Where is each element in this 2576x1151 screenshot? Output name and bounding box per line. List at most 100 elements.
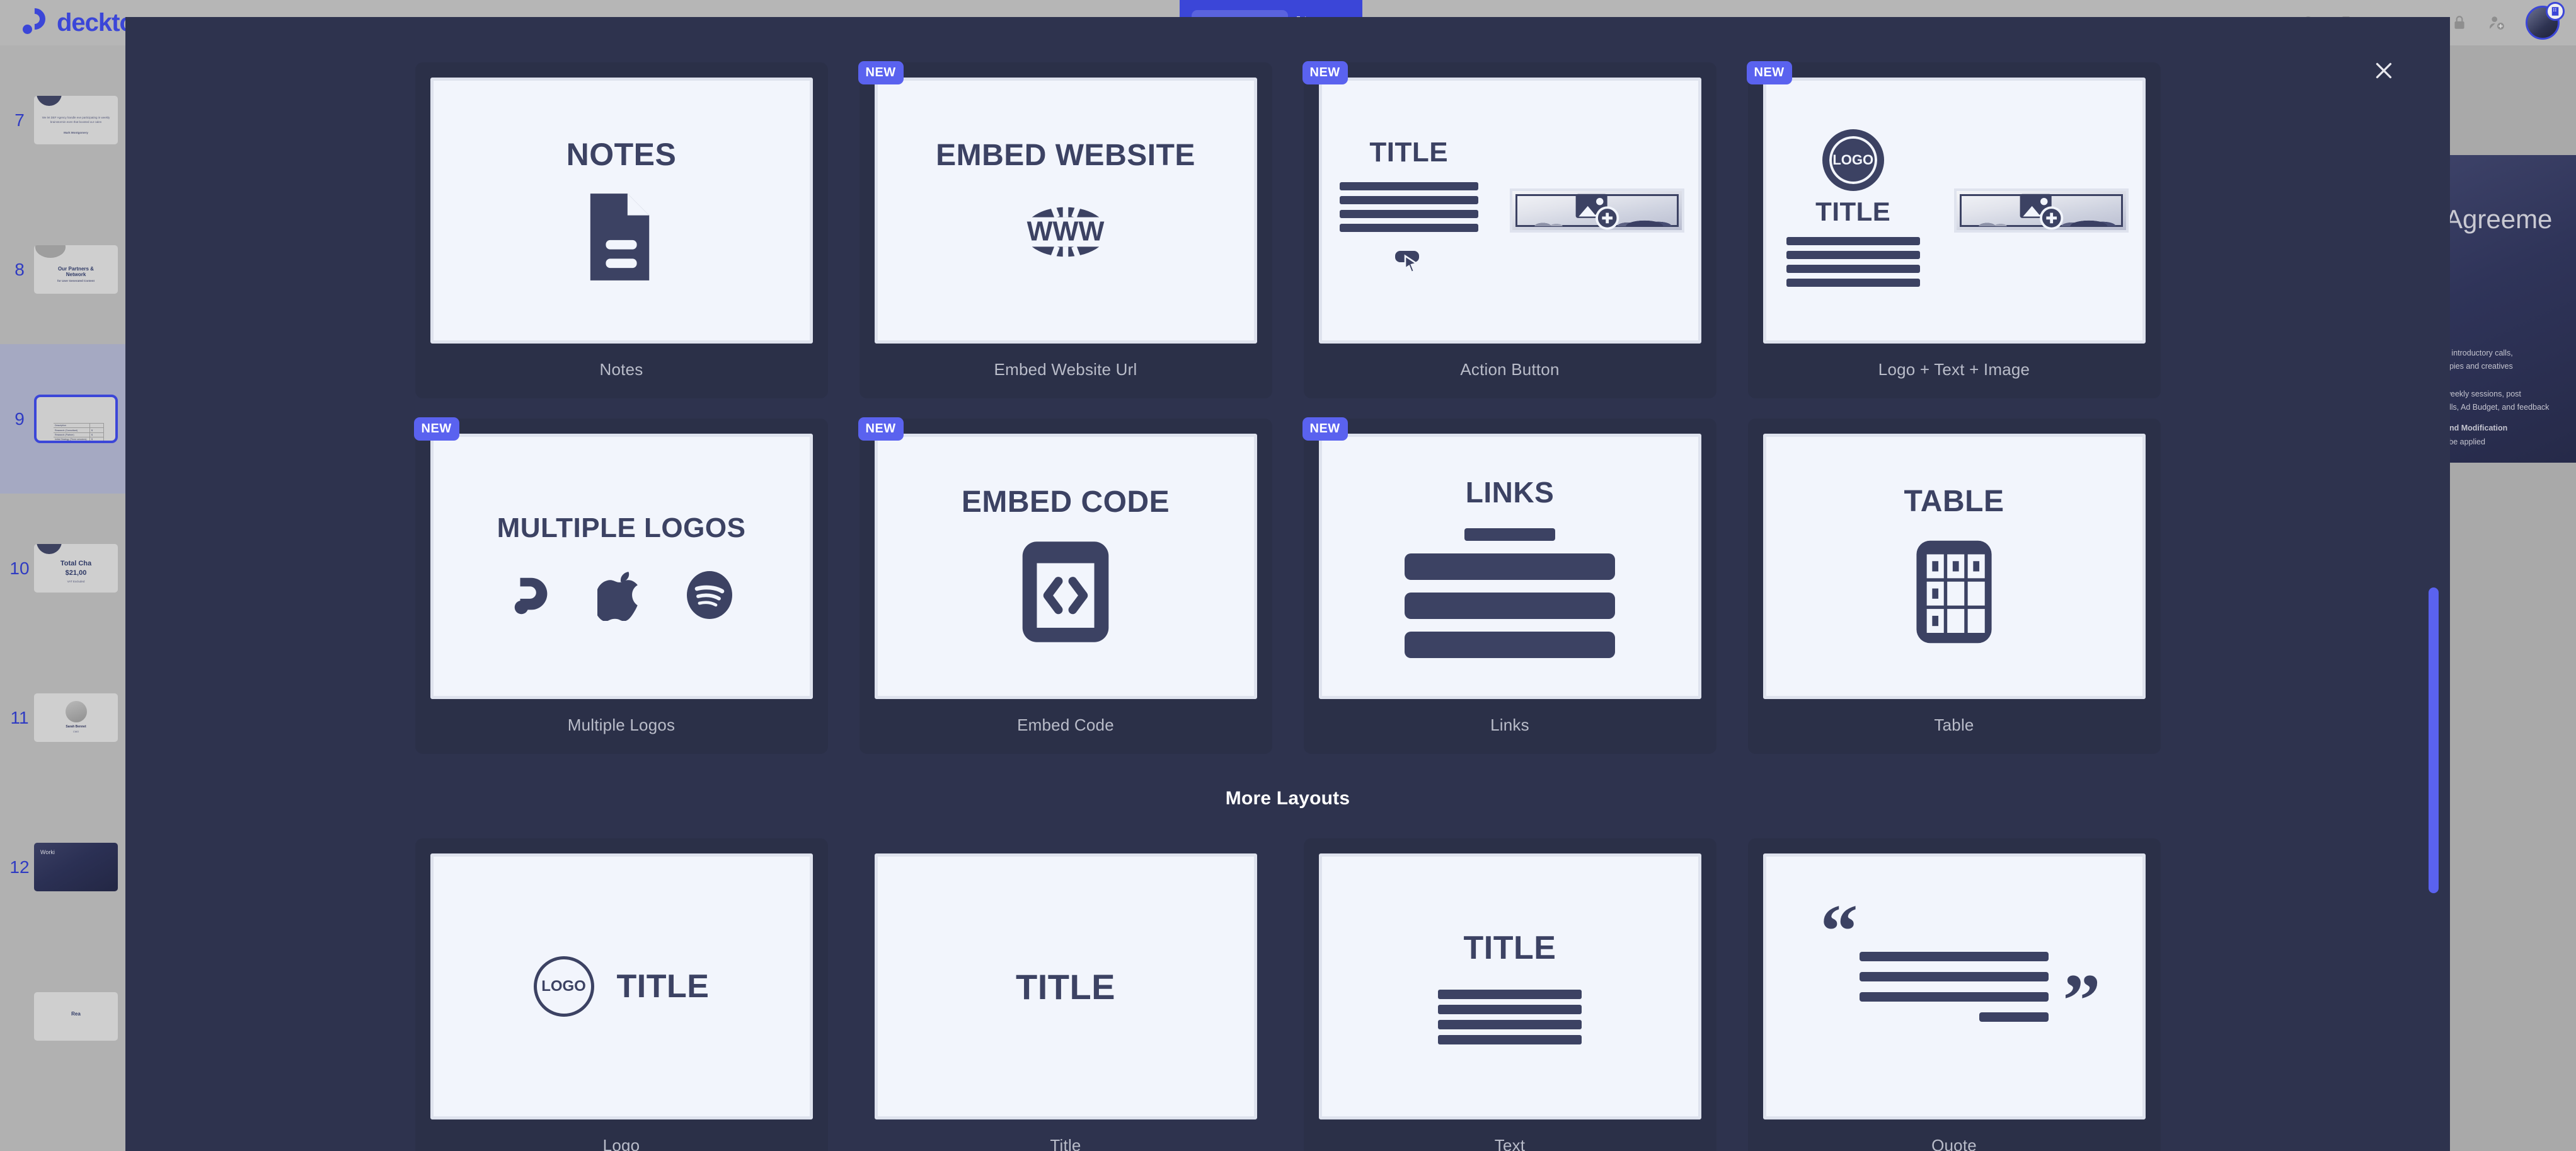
layout-picker-modal: NOTES Notes NEW EMBED WEBSITE WWW Embed … <box>125 17 2450 1151</box>
thumb-title: TITLE <box>616 968 710 1005</box>
modal-scrollbar[interactable] <box>2429 587 2439 893</box>
thumb-title: TITLE <box>1369 137 1449 168</box>
apple-logo <box>597 571 638 621</box>
code-icon <box>1022 541 1109 642</box>
slide-rail-item[interactable]: 10 Total Cha $21,00 VAT Excluded <box>0 494 135 643</box>
layout-card-logo-text-image[interactable]: NEW LOGO TITLE Logo + Text + Image <box>1732 61 2176 398</box>
bg-slide-line: d introductory calls, <box>2445 349 2513 357</box>
bg-slide-title: Agreeme <box>2445 204 2553 234</box>
layout-card-text[interactable]: TITLE Text <box>1288 838 1732 1151</box>
slide-thumbnail: Worki <box>34 843 118 891</box>
cursor-button-icon <box>1394 251 1419 274</box>
thumb-title: EMBED WEBSITE <box>936 139 1195 173</box>
layout-thumbnail: LOGO TITLE <box>1762 78 2146 344</box>
spotify-logo <box>687 570 732 619</box>
new-badge: NEW <box>858 61 904 84</box>
layout-card-quote[interactable]: “ ” Quote <box>1732 838 2176 1151</box>
layout-label: Embed Code <box>1017 715 1114 735</box>
globe-www-icon: WWW <box>1027 194 1105 270</box>
layout-thumbnail: TABLE <box>1762 433 2146 700</box>
slide-thumbnail: Total Cha $21,00 VAT Excluded <box>34 544 118 593</box>
layout-thumbnail: MULTIPLE LOGOS <box>430 433 813 700</box>
slide-rail-item[interactable]: 11 Sarah Bennet CMO <box>0 643 135 792</box>
add-image-icon <box>1575 194 1619 230</box>
building-icon <box>2551 7 2559 16</box>
more-layouts-heading: More Layouts <box>1225 788 1350 809</box>
layout-card-notes[interactable]: NOTES Notes <box>400 62 844 398</box>
slide-thumbnail: Sarah Bennet CMO <box>34 693 118 742</box>
slide-rail-item[interactable]: 12 Worki <box>0 792 135 942</box>
bg-slide-line: alls, Ad Budget, and feedback <box>2445 403 2550 412</box>
layout-card-embed-website[interactable]: NEW EMBED WEBSITE WWW Embed Website Url <box>844 61 1288 398</box>
new-badge: NEW <box>1302 61 1348 84</box>
layout-label: Table <box>1934 715 1974 735</box>
title-text-icon <box>1438 989 1582 1044</box>
slide-quote-author: Mark Montgomery <box>64 131 88 134</box>
layout-label: Multiple Logos <box>567 715 676 735</box>
layout-label: Quote <box>1931 1136 1977 1151</box>
slide-quote-text: We let DEF Agency handle eve participati… <box>42 116 110 124</box>
slide-rail-item-active[interactable]: 9 Description Research (Consultant) $ Res… <box>0 344 135 494</box>
layout-card-title[interactable]: TITLE Title <box>844 838 1288 1151</box>
slide-number: 10 <box>9 558 30 578</box>
layout-thumbnail: LOGO TITLE <box>430 853 813 1120</box>
slide-person-name: Sarah Bennet <box>66 725 86 729</box>
slide-note: VAT Excluded <box>67 580 85 583</box>
user-avatar[interactable] <box>2526 2 2565 40</box>
slide-amount: $21,00 <box>65 569 87 577</box>
bg-slide-line: opies and creatives <box>2445 362 2513 371</box>
slide-thumbnail: We let DEF Agency handle eve participati… <box>34 96 118 144</box>
layout-card-embed-code[interactable]: NEW EMBED CODE Embed Code <box>844 398 1288 755</box>
slide-title: Rea <box>71 1011 81 1017</box>
logo-title-icon: LOGO <box>533 956 594 1017</box>
logo-circle-icon: LOGO <box>1826 134 1880 187</box>
layout-card-multiple-logos[interactable]: NEW MULTIPLE LOGOS Multiple Logos <box>400 398 844 755</box>
layout-thumbnail: NOTES <box>430 78 813 344</box>
new-badge: NEW <box>1746 61 1792 84</box>
layout-card-table[interactable]: TABLE Table <box>1732 398 2176 755</box>
bg-slide-line: and Modification <box>2445 424 2508 432</box>
slide-number: 12 <box>9 857 30 877</box>
layout-label: Links <box>1490 715 1529 735</box>
link-bars-icon <box>1322 528 1698 658</box>
layout-thumbnail: EMBED CODE <box>874 433 1257 700</box>
workspace-badge <box>2546 2 2565 21</box>
slide-number: 7 <box>14 110 25 130</box>
thumb-title: EMBED CODE <box>961 485 1170 519</box>
slide-title: Total Cha <box>60 560 92 567</box>
add-collaborator-icon <box>2490 16 2504 30</box>
background-slide-preview: Agreeme d introductory calls, opies and … <box>2441 155 2576 463</box>
text-lines <box>1339 182 1478 233</box>
document-icon <box>590 194 650 281</box>
thumb-title: MULTIPLE LOGOS <box>497 512 746 543</box>
layout-card-action-button[interactable]: NEW TITLE Action Button <box>1288 61 1732 398</box>
layout-thumbnail: TITLE <box>1318 78 1701 344</box>
layout-thumbnail: TITLE <box>1318 853 1701 1120</box>
slide-table: Description Research (Consultant) $ Resea… <box>54 423 104 441</box>
layout-thumbnail: TITLE <box>874 853 1257 1120</box>
svg-text:WWW: WWW <box>1027 217 1105 247</box>
slide-number: 8 <box>14 259 25 279</box>
slide-rail-item[interactable]: 8 Our Partners & Network for User Genera… <box>0 195 135 344</box>
slide-number: 11 <box>10 707 29 727</box>
layout-card-logo[interactable]: LOGO TITLE Logo <box>400 838 844 1151</box>
slide-rail[interactable]: 7 We let DEF Agency handle eve participa… <box>0 45 135 1151</box>
thumb-title: TITLE <box>1015 966 1116 1007</box>
new-badge: NEW <box>1302 417 1348 441</box>
text-lines <box>1786 237 1920 287</box>
lock-icon <box>2454 16 2464 29</box>
image-placeholder <box>1954 188 2129 233</box>
bg-slide-line: weekly sessions, post <box>2445 390 2521 398</box>
modal-scroll-area[interactable]: NOTES Notes NEW EMBED WEBSITE WWW Embed … <box>125 17 2450 1151</box>
layout-label: Embed Website Url <box>994 359 1137 379</box>
layout-thumbnail: EMBED WEBSITE WWW <box>874 78 1257 344</box>
slide-rail-item[interactable]: Rea <box>0 942 135 1091</box>
layout-card-links[interactable]: NEW LINKS Links <box>1288 398 1732 755</box>
layout-thumbnail: LINKS <box>1318 433 1701 700</box>
new-badge: NEW <box>413 417 459 441</box>
decktopus-logo <box>514 577 548 614</box>
slide-subtitle: for User Generated Content <box>57 279 95 282</box>
layout-label: Title <box>1050 1136 1081 1151</box>
slide-rail-item[interactable]: 7 We let DEF Agency handle eve participa… <box>0 45 135 195</box>
slide-thumbnail: Our Partners & Network for User Generate… <box>34 245 118 294</box>
